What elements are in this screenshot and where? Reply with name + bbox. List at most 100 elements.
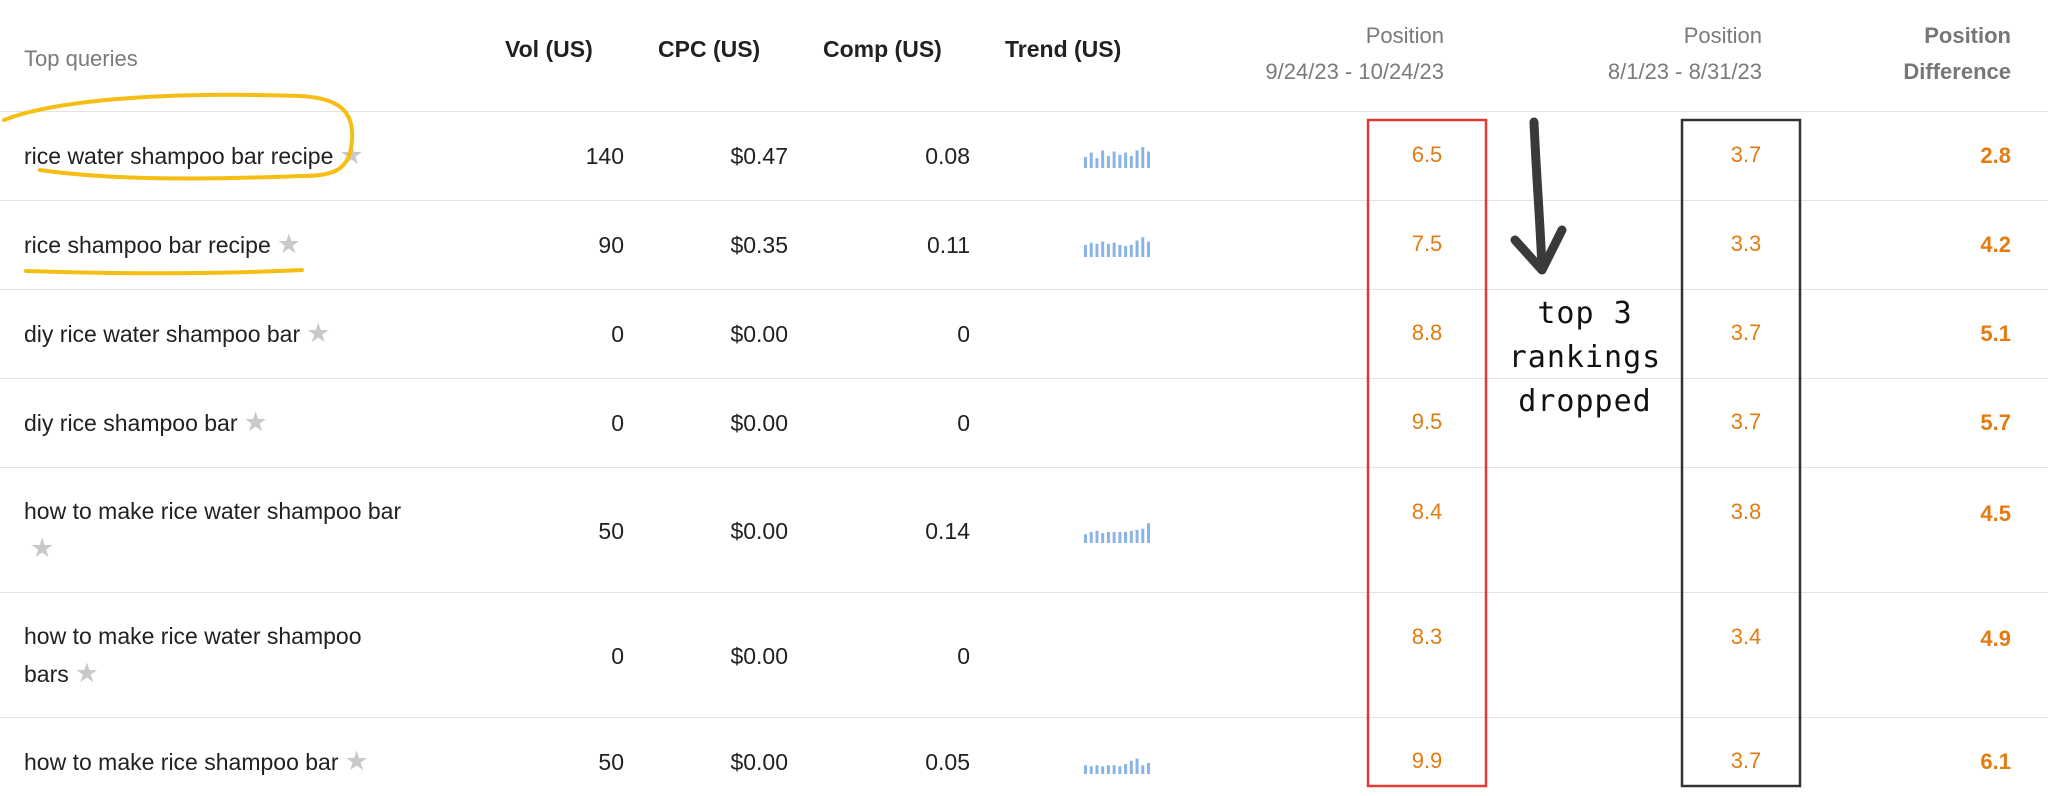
star-icon[interactable]: ★ (30, 533, 54, 563)
trend-bar (1141, 528, 1145, 543)
star-icon[interactable]: ★ (345, 746, 369, 776)
trend-bar (1129, 244, 1133, 257)
query-link[interactable]: diy rice water shampoo bar ★ (24, 315, 444, 353)
position-recent-value: 8.8 (1411, 320, 1443, 345)
trend-bar (1135, 758, 1139, 774)
trend-sparkline (1084, 758, 1150, 774)
query-text: rice water shampoo bar recipe (24, 143, 334, 169)
comp-value: 0.11 (926, 232, 970, 258)
trend-bar (1112, 151, 1116, 168)
trend-bar (1147, 241, 1150, 257)
row-divider (0, 289, 2048, 290)
highlight-underline (24, 268, 304, 276)
trend-header[interactable]: Trend (US) (1005, 36, 1121, 63)
position-difference-title: Position (1924, 23, 2011, 48)
trend-bar (1124, 246, 1128, 257)
query-link[interactable]: how to make rice water shampoo bars ★ (24, 618, 414, 693)
query-link[interactable]: rice water shampoo bar recipe ★ (24, 137, 444, 175)
query-text: diy rice shampoo bar (24, 410, 238, 436)
trend-bar (1147, 151, 1150, 168)
trend-bar (1106, 765, 1110, 774)
cpc-value: $0.00 (730, 643, 788, 669)
trend-bar (1112, 242, 1116, 257)
comp-header[interactable]: Comp (US) (823, 36, 942, 63)
trend-sparkline (1084, 523, 1150, 543)
recent-position-box (1366, 118, 1488, 788)
cpc-value: $0.00 (730, 321, 788, 347)
star-icon[interactable]: ★ (75, 658, 99, 688)
position-old-value: 3.7 (1730, 409, 1762, 434)
position-difference-sub: Difference (1903, 59, 2011, 84)
trend-bar (1089, 152, 1093, 168)
position-recent-value: 6.5 (1411, 142, 1443, 167)
position-old-range: 8/1/23 - 8/31/23 (1607, 59, 1762, 84)
trend-bar (1095, 243, 1099, 257)
trend-bar (1135, 240, 1139, 257)
position-old-header[interactable]: Position 8/1/23 - 8/31/23 (1520, 18, 1762, 90)
position-difference-value: 4.5 (1980, 501, 2011, 526)
trend-bar (1112, 765, 1116, 774)
star-icon[interactable]: ★ (244, 407, 268, 437)
trend-sparkline (1084, 147, 1150, 168)
row-divider (0, 111, 2048, 112)
vol-value: 0 (611, 410, 624, 436)
position-recent-value: 9.9 (1411, 748, 1443, 773)
comp-value: 0.14 (925, 518, 970, 544)
trend-bar (1095, 765, 1099, 774)
query-link[interactable]: how to make rice water shampoo bar ★ (24, 493, 444, 568)
comp-value: 0.05 (925, 749, 970, 775)
trend-bar (1141, 237, 1145, 257)
position-old-value: 3.3 (1730, 231, 1762, 256)
trend-bar (1095, 158, 1099, 168)
query-link[interactable]: rice shampoo bar recipe ★ (24, 226, 444, 264)
vol-value: 140 (585, 143, 624, 169)
row-divider (0, 467, 2048, 468)
row-divider (0, 592, 2048, 593)
position-difference-value: 6.1 (1980, 749, 2011, 774)
trend-bar (1135, 529, 1139, 543)
trend-bar (1124, 764, 1128, 774)
trend-bar (1118, 154, 1122, 168)
trend-bar (1084, 765, 1087, 774)
row-divider (0, 717, 2048, 718)
star-icon[interactable]: ★ (277, 229, 301, 259)
trend-bar (1089, 766, 1093, 774)
handwritten-line: rankings (1508, 340, 1662, 375)
trend-bar (1106, 532, 1110, 543)
trend-bar (1101, 150, 1105, 168)
position-difference-value: 4.9 (1980, 626, 2011, 651)
trend-bar (1106, 155, 1110, 168)
query-link[interactable]: how to make rice shampoo bar ★ (24, 743, 444, 781)
query-text: diy rice water shampoo bar (24, 321, 301, 347)
comp-value: 0 (957, 321, 970, 347)
trend-bar (1089, 242, 1093, 257)
position-difference-header[interactable]: Position Difference (1830, 18, 2011, 90)
query-text: rice shampoo bar recipe (24, 232, 271, 258)
cpc-value: $0.00 (730, 518, 788, 544)
position-recent-header[interactable]: Position 9/24/23 - 10/24/23 (1200, 18, 1444, 90)
handwritten-note: top 3 rankings dropped (1500, 292, 1670, 424)
vol-header[interactable]: Vol (US) (505, 36, 593, 63)
trend-bar (1084, 157, 1087, 168)
trend-bar (1129, 155, 1133, 168)
comp-value: 0 (957, 643, 970, 669)
star-icon[interactable]: ★ (339, 140, 363, 170)
trend-bar (1118, 532, 1122, 543)
row-divider (0, 200, 2048, 201)
trend-bar (1147, 523, 1150, 543)
trend-bar (1084, 534, 1087, 543)
star-icon[interactable]: ★ (306, 318, 330, 348)
trend-bar (1118, 244, 1122, 257)
trend-bar (1124, 152, 1128, 168)
position-difference-value: 5.1 (1980, 321, 2011, 346)
trend-bar (1141, 147, 1145, 168)
trend-bar (1141, 765, 1145, 774)
vol-value: 0 (611, 321, 624, 347)
cpc-header[interactable]: CPC (US) (658, 36, 760, 63)
position-difference-value: 5.7 (1980, 410, 2011, 435)
query-link[interactable]: diy rice shampoo bar ★ (24, 404, 444, 442)
position-old-value: 3.7 (1730, 142, 1762, 167)
comp-value: 0.08 (925, 143, 970, 169)
row-divider (0, 378, 2048, 379)
trend-bar (1089, 532, 1093, 543)
